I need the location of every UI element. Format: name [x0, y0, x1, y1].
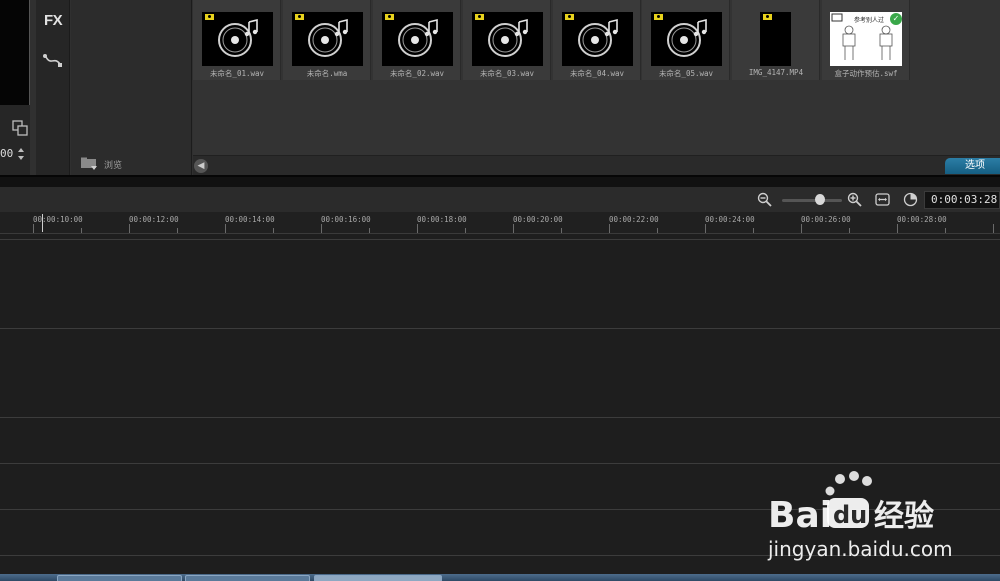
fit-to-window-icon[interactable]: [875, 193, 890, 206]
library-item[interactable]: 未命名_02.wav: [373, 0, 461, 80]
zoom-slider-thumb[interactable]: [815, 194, 825, 205]
panel-divider[interactable]: [0, 175, 1000, 187]
library-folder-panel: [71, 0, 192, 175]
svg-text:Bai: Bai: [768, 495, 832, 536]
ruler-tick: [945, 228, 946, 233]
folder-down-icon: [81, 157, 97, 170]
library-item-name: 未命名_01.wav: [209, 69, 265, 78]
svg-text:经验: 经验: [874, 499, 934, 534]
library-item-name: 未命名_02.wav: [389, 69, 445, 78]
svg-text:du: du: [833, 501, 867, 529]
library-item[interactable]: 未命名_04.wav: [553, 0, 641, 80]
browse-label: 浏览: [104, 160, 123, 171]
library-item-name: 未命名.wma: [306, 69, 348, 78]
timecode-stepper-icon[interactable]: [17, 147, 25, 161]
copy-icon[interactable]: [12, 120, 28, 136]
ruler-tick: [993, 224, 994, 233]
ruler-label: 00:00:18:00: [417, 215, 467, 224]
audio-badge-icon: [653, 13, 664, 21]
timeline-timecode[interactable]: 0:00:03:28: [924, 191, 1000, 209]
ruler-label: 00:00:26:00: [801, 215, 851, 224]
clock-icon[interactable]: [903, 192, 918, 207]
zoom-out-icon[interactable]: [757, 192, 772, 207]
ruler-label: 00:00:28:00: [897, 215, 947, 224]
ruler-tick: [33, 224, 34, 233]
ruler-tick: [225, 224, 226, 233]
playhead[interactable]: [42, 214, 43, 232]
ruler-tick: [657, 228, 658, 233]
ruler-tick: [897, 224, 898, 233]
left-controls: [0, 105, 30, 175]
browse-button[interactable]: 浏览: [80, 154, 190, 174]
library-item[interactable]: IMG_4147.MP4: [732, 0, 820, 80]
library-item-name: IMG_4147.MP4: [748, 68, 804, 77]
ruler-tick: [753, 228, 754, 233]
video-track[interactable]: [0, 239, 1000, 329]
taskbar-button-active[interactable]: [314, 575, 442, 581]
options-button[interactable]: 选项: [945, 158, 1000, 174]
zoom-slider[interactable]: [782, 199, 842, 202]
audio-badge-icon: [384, 13, 395, 21]
ruler-label: 00:00:12:00: [129, 215, 179, 224]
fx-icon[interactable]: FX: [44, 12, 63, 29]
ruler-tick: [705, 224, 706, 233]
ruler-label: 00:00:22:00: [609, 215, 659, 224]
ruler-tick: [321, 224, 322, 233]
library-panel: 未命名_01.wav 未命名.wma 未命名_02.wav 未命名_03.wav…: [193, 0, 1000, 155]
ruler-tick: [849, 228, 850, 233]
ruler-tick: [177, 228, 178, 233]
motion-path-icon[interactable]: [42, 52, 64, 70]
ruler-tick: [561, 228, 562, 233]
ruler-tick: [513, 224, 514, 233]
taskbar-button[interactable]: [57, 575, 182, 581]
library-item-name: 未命名_03.wav: [479, 69, 535, 78]
ruler-label: 00:00:16:00: [321, 215, 371, 224]
taskbar-button[interactable]: [185, 575, 310, 581]
baidu-jingyan-logo: Bai du 经验 jingyan.baidu.com: [767, 471, 953, 561]
audio-badge-icon: [204, 13, 215, 21]
check-icon: ✓: [890, 13, 902, 25]
library-item[interactable]: 参考别人过 ✓ 盒子动作预估.swf: [822, 0, 910, 80]
title-track[interactable]: [0, 418, 1000, 464]
ruler-label: 00:00:10:00: [33, 215, 83, 224]
library-item-name: 未命名_05.wav: [658, 69, 714, 78]
ruler-tick: [129, 224, 130, 233]
ruler-tick: [369, 228, 370, 233]
ruler-tick: [417, 224, 418, 233]
library-item-name: 盒子动作预估.swf: [834, 69, 898, 78]
video-badge-icon: [762, 13, 773, 21]
ruler-label: 00:00:24:00: [705, 215, 755, 224]
preview-window[interactable]: [0, 0, 30, 105]
ruler-label: 00:00:20:00: [513, 215, 563, 224]
scroll-left-icon[interactable]: ◀: [194, 159, 208, 173]
library-item[interactable]: 未命名_05.wav: [642, 0, 730, 80]
audio-badge-icon: [294, 13, 305, 21]
ruler-tick: [609, 224, 610, 233]
audio-badge-icon: [474, 13, 485, 21]
library-item-name: 未命名_04.wav: [569, 69, 625, 78]
overlay-track[interactable]: [0, 329, 1000, 418]
ruler-tick: [801, 224, 802, 233]
ruler-label: 00:00:14:00: [225, 215, 275, 224]
svg-text:jingyan.baidu.com: jingyan.baidu.com: [767, 537, 953, 561]
ruler-tick: [465, 228, 466, 233]
ruler-tick: [273, 228, 274, 233]
flash-thumbnail-text: 参考别人过: [854, 17, 885, 24]
library-scrollbar[interactable]: ◀: [193, 155, 1000, 175]
ruler-tick: [81, 228, 82, 233]
library-item[interactable]: 未命名_01.wav: [193, 0, 281, 80]
audio-badge-icon: [564, 13, 575, 21]
zoom-in-icon[interactable]: [847, 192, 862, 207]
library-item[interactable]: 未命名.wma: [283, 0, 371, 80]
library-item[interactable]: 未命名_03.wav: [463, 0, 551, 80]
